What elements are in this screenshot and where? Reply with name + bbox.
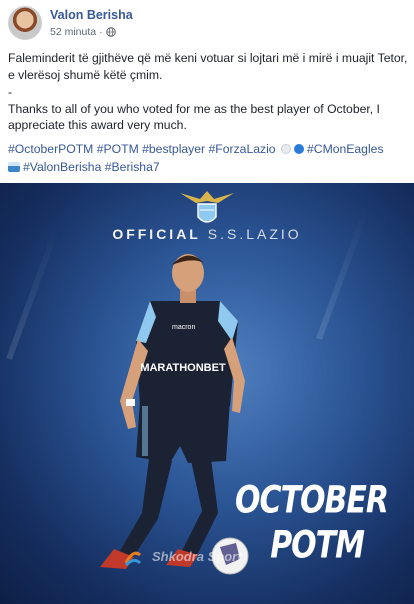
watermark-text: Shkodra Sport <box>152 549 242 564</box>
post-text-english: Thanks to all of you who voted for me as… <box>8 101 380 133</box>
post-text-albanian: Faleminderit të gjithëve që më keni votu… <box>8 51 408 82</box>
post-meta: 52 minuta · <box>50 26 116 38</box>
post-header: Valon Berisha 52 minuta · <box>0 0 414 44</box>
author-name[interactable]: Valon Berisha <box>50 8 133 22</box>
club-title: OFFICIAL S.S.LAZIO <box>0 226 414 242</box>
post-image[interactable]: OFFICIAL S.S.LAZIO MARATHONBET macron OC… <box>0 183 414 604</box>
shirt-sponsor-text: MARATHONBET <box>140 362 226 374</box>
globe-icon[interactable] <box>105 27 116 37</box>
shirt-brand-text: macron <box>172 324 195 331</box>
post-time[interactable]: 52 minuta <box>50 26 96 38</box>
emoji-water-wave-icon <box>8 162 20 172</box>
hashtag-link[interactable]: #ForzaLazio <box>209 142 276 156</box>
post-body: Faleminderit të gjithëve që më keni votu… <box>8 50 408 134</box>
hashtag-link[interactable]: #OctoberPOTM <box>8 142 93 156</box>
hashtag-link[interactable]: #CMonEagles <box>307 142 384 156</box>
club-prefix: OFFICIAL <box>112 226 201 242</box>
emoji-blue-circle-icon <box>293 144 304 154</box>
award-title-line2: POTM <box>270 523 365 568</box>
hashtags: #OctoberPOTM #POTM #bestplayer #ForzaLaz… <box>8 140 412 176</box>
hashtag-link[interactable]: #ValonBerisha <box>23 160 101 174</box>
author-avatar[interactable] <box>8 6 42 40</box>
lazio-eagle-logo-icon <box>180 191 234 223</box>
meta-separator: · <box>99 26 103 38</box>
hashtag-link[interactable]: #bestplayer <box>142 142 205 156</box>
watermark-logo-icon <box>124 551 142 567</box>
award-title-line1: OCTOBER <box>235 478 389 523</box>
light-streak <box>6 226 60 360</box>
club-name: S.S.LAZIO <box>207 226 302 242</box>
hashtag-link[interactable]: #Berisha7 <box>105 160 160 174</box>
player-figure: MARATHONBET macron <box>100 254 249 575</box>
hashtag-link[interactable]: #POTM <box>97 142 139 156</box>
post-divider: - <box>8 85 13 99</box>
emoji-white-circle-icon <box>280 144 291 154</box>
